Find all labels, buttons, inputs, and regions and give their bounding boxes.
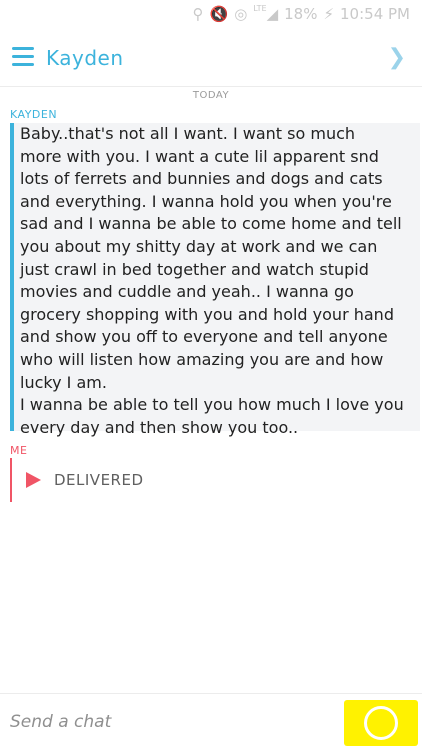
status-icons: ⚲ 🔇 ◎ LTE◢ 18% ⚡ 10:54 PM <box>193 4 411 24</box>
clock: 10:54 PM <box>340 5 410 23</box>
input-bar <box>0 693 422 750</box>
message-text: Baby..that's not all I want. I want so m… <box>20 124 404 437</box>
capture-ring-icon <box>364 706 398 740</box>
camera-capture-button[interactable] <box>344 700 418 746</box>
location-icon: ⚲ <box>192 5 204 23</box>
delivered-status: DELIVERED <box>54 471 144 489</box>
sender-label-kayden: KAYDEN <box>10 108 58 121</box>
chevron-right-icon[interactable]: ❯ <box>388 45 406 70</box>
chat-screen: ⚲ 🔇 ◎ LTE◢ 18% ⚡ 10:54 PM Kayden ❯ TODAY… <box>0 0 422 750</box>
message-bubble[interactable]: Baby..that's not all I want. I want so m… <box>10 123 420 437</box>
network-type: LTE <box>253 4 267 13</box>
delivered-status-row: DELIVERED <box>10 458 410 502</box>
battery-charging-icon: ⚡ <box>323 5 335 23</box>
wifi-icon: ◎ <box>234 5 248 23</box>
mute-icon: 🔇 <box>209 5 229 23</box>
chat-input[interactable] <box>10 708 320 736</box>
sent-arrow-icon <box>26 472 41 488</box>
chat-header: Kayden ❯ <box>0 32 422 87</box>
date-divider: TODAY <box>192 90 230 101</box>
contact-name[interactable]: Kayden <box>46 46 124 70</box>
signal-icon: LTE◢ <box>253 4 279 23</box>
status-bar: ⚲ 🔇 ◎ LTE◢ 18% ⚡ 10:54 PM <box>0 0 422 32</box>
sender-label-me: ME <box>10 444 28 457</box>
battery-percent: 18% <box>284 5 318 23</box>
hamburger-menu-icon[interactable] <box>12 47 34 67</box>
